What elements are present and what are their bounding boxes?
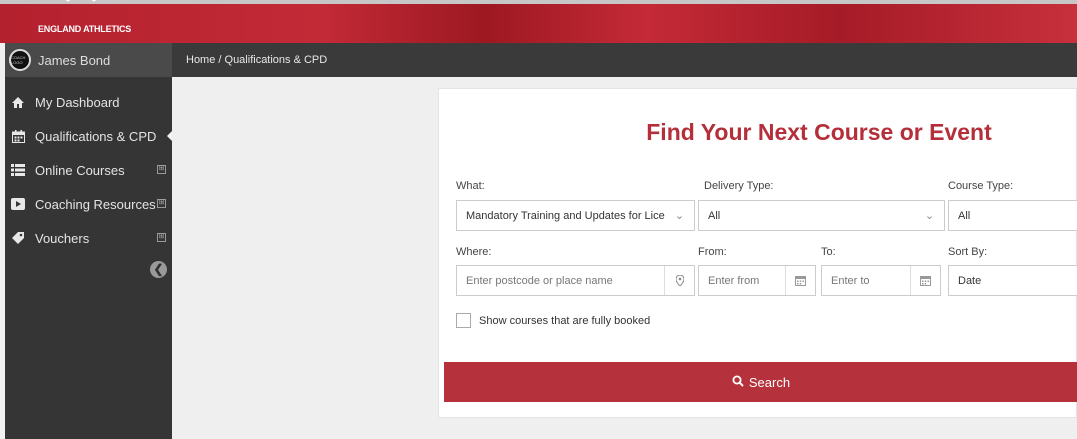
sidebar-item-label: My Dashboard (35, 94, 120, 110)
to-placeholder: Enter to (831, 274, 870, 287)
search-icon (732, 375, 744, 390)
delivery-type-value: All (708, 209, 721, 222)
map-marker-icon (664, 266, 694, 295)
delivery-type-select[interactable]: All ⌄ (698, 200, 945, 231)
what-label: What: (456, 180, 485, 192)
app-frame: ENGLAND ATHLETICS COACH LOGO James Bond … (0, 0, 1077, 439)
sidebar-item-qualifications[interactable]: Qualifications & CPD (5, 119, 173, 153)
sidebar-item-online-courses[interactable]: Online Courses ⊞ (5, 153, 172, 187)
sidebar-item-vouchers[interactable]: Vouchers ⊞ (5, 221, 172, 255)
breadcrumb-bar: Home / Qualifications & CPD (172, 43, 1077, 77)
sidebar-item-label: Online Courses (35, 162, 125, 178)
page-title: Find Your Next Course or Event (646, 119, 992, 145)
calendar-icon[interactable] (785, 266, 815, 295)
chevron-down-icon: ⌄ (915, 201, 944, 230)
delivery-type-label: Delivery Type: (704, 180, 774, 192)
sort-by-value: Date (958, 274, 982, 287)
expand-icon[interactable]: ⊞ (157, 199, 166, 208)
where-placeholder: Enter postcode or place name (466, 274, 613, 287)
avatar: COACH LOGO (9, 49, 31, 71)
what-select[interactable]: Mandatory Training and Updates for Licen… (456, 200, 695, 231)
sidebar-item-my-dashboard[interactable]: My Dashboard (5, 85, 172, 119)
logo-arc-icon (60, 0, 102, 22)
course-type-label: Course Type: (948, 180, 1014, 192)
calendar-icon (11, 129, 25, 143)
header-banner: ENGLAND ATHLETICS (0, 0, 1077, 43)
search-button[interactable]: Search (444, 362, 1077, 402)
to-date-input[interactable]: Enter to (821, 265, 941, 296)
where-label: Where: (456, 246, 492, 258)
fully-booked-label[interactable]: Show courses that are fully booked (479, 315, 650, 327)
play-icon (11, 197, 25, 211)
user-name: James Bond (38, 52, 111, 68)
chevron-down-icon: ⌄ (665, 201, 694, 230)
user-profile[interactable]: COACH LOGO James Bond (5, 43, 172, 77)
to-label: To: (821, 246, 836, 258)
course-type-select[interactable]: All (948, 200, 1077, 231)
list-icon (11, 163, 25, 177)
logo-text: ENGLAND ATHLETICS (38, 24, 132, 34)
sidebar-item-label: Qualifications & CPD (35, 128, 157, 144)
tag-icon (11, 231, 25, 245)
sort-by-select[interactable]: Date (948, 265, 1077, 296)
where-input[interactable]: Enter postcode or place name (456, 265, 695, 296)
expand-icon[interactable]: ⊞ (157, 233, 166, 242)
course-type-value: All (958, 209, 971, 222)
fully-booked-checkbox[interactable] (456, 313, 471, 328)
calendar-icon[interactable] (910, 266, 940, 295)
sidebar-item-label: Vouchers (35, 230, 90, 246)
avatar-text: COACH LOGO (11, 55, 26, 65)
england-athletics-logo[interactable]: ENGLAND ATHLETICS (38, 6, 148, 40)
from-placeholder: Enter from (708, 274, 760, 287)
sidebar-item-label: Coaching Resources (35, 196, 156, 212)
from-label: From: (698, 246, 727, 258)
home-icon (11, 95, 25, 109)
sidebar: COACH LOGO James Bond My Dashboard Quali… (5, 43, 173, 439)
from-date-input[interactable]: Enter from (698, 265, 816, 296)
sidebar-item-coaching-resources[interactable]: Coaching Resources ⊞ (5, 187, 172, 221)
search-label: Search (748, 374, 791, 390)
sort-by-label: Sort By: (948, 246, 988, 258)
course-search-card: Find Your Next Course or Event What: Man… (438, 88, 1077, 418)
collapse-sidebar-icon[interactable]: ❮ (150, 261, 167, 278)
breadcrumb[interactable]: Home / Qualifications & CPD (186, 54, 327, 66)
what-value: Mandatory Training and Updates for Licen… (466, 209, 683, 222)
expand-icon[interactable]: ⊞ (157, 165, 166, 174)
